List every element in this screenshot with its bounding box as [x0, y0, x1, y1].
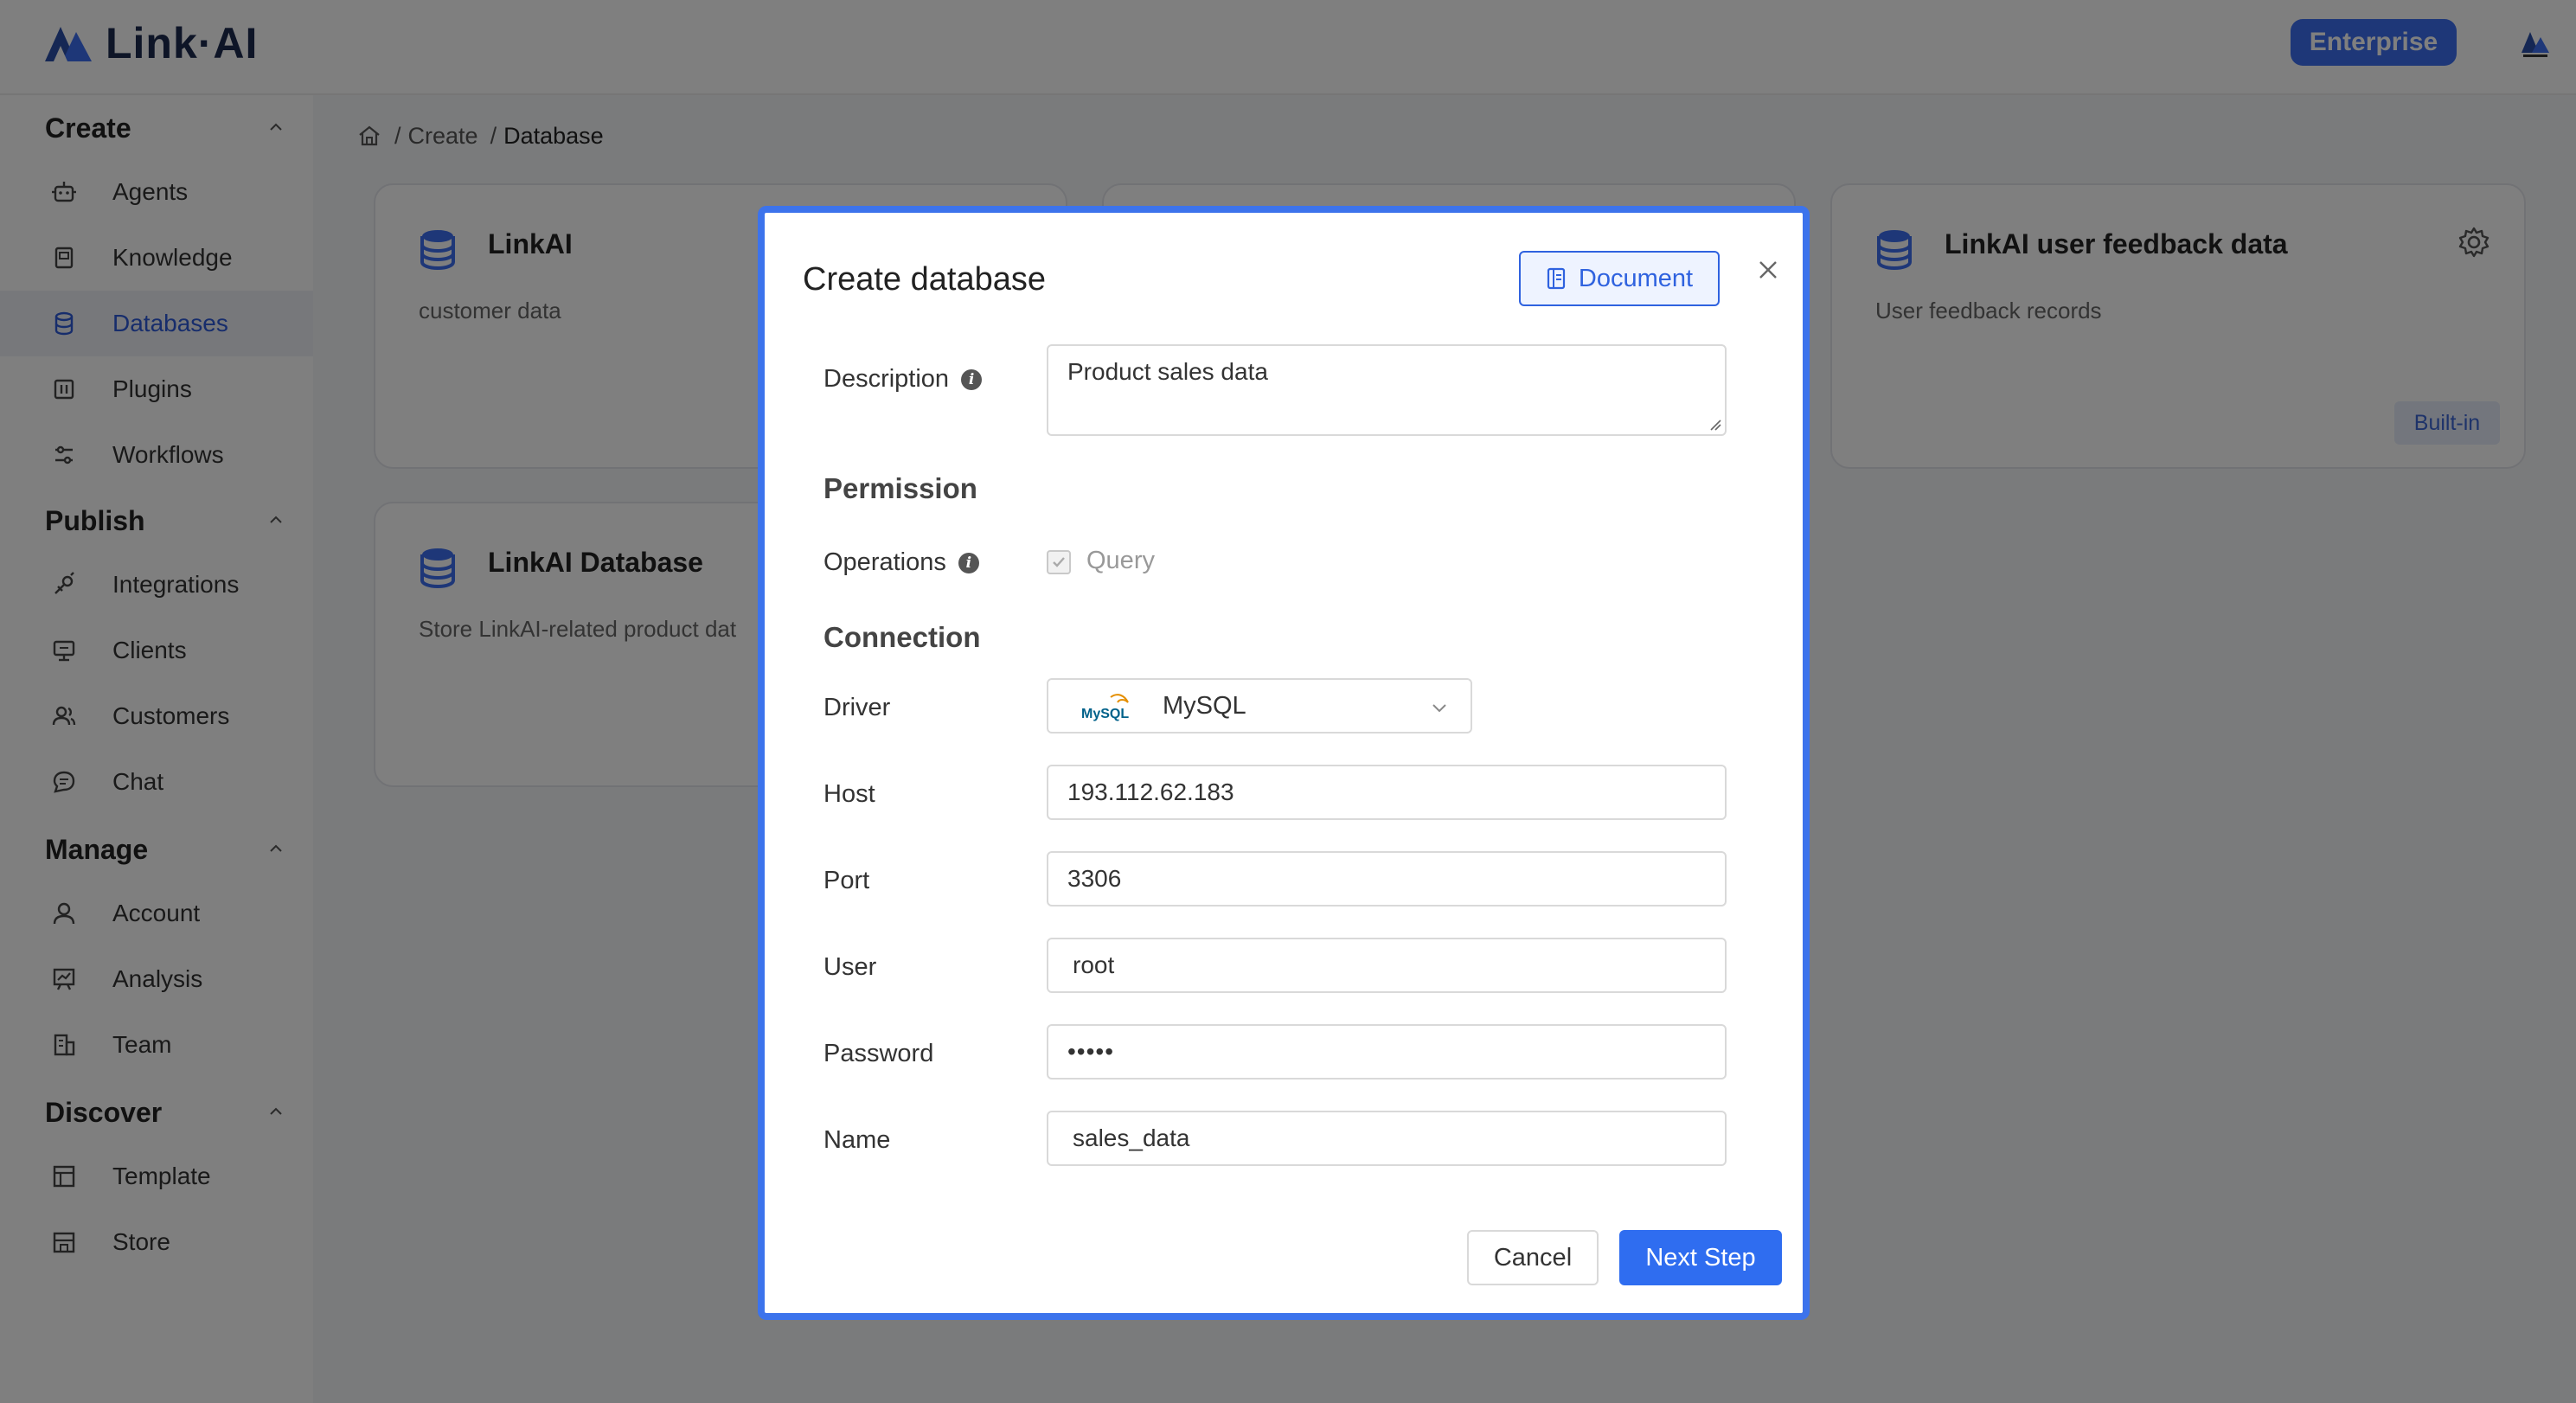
driver-select[interactable]: MySQL MySQL [1047, 678, 1472, 734]
checkmark-icon [1053, 557, 1065, 567]
description-field[interactable]: Product sales data [1047, 344, 1727, 436]
info-icon[interactable]: i [961, 368, 983, 390]
description-value: Product sales data [1067, 358, 1268, 385]
permission-section-title: Permission [823, 472, 977, 504]
password-label: Password [823, 1040, 934, 1067]
document-button-label: Document [1578, 264, 1694, 292]
driver-value: MySQL [1163, 692, 1246, 720]
modal-title: Create database [803, 261, 1046, 298]
document-icon [1547, 267, 1566, 290]
mysql-logo-icon: MySQL [1081, 694, 1129, 721]
svg-text:MySQL: MySQL [1081, 707, 1129, 721]
query-checkbox[interactable] [1047, 550, 1071, 574]
close-icon[interactable] [1756, 258, 1780, 282]
operations-label: Operations i [823, 548, 979, 577]
next-step-button[interactable]: Next Step [1619, 1230, 1782, 1285]
operations-label-text: Operations [823, 548, 946, 576]
resize-handle-icon[interactable] [1709, 419, 1721, 431]
host-label: Host [823, 780, 875, 808]
cancel-button[interactable]: Cancel [1467, 1230, 1599, 1285]
name-label: Name [823, 1126, 891, 1154]
document-button[interactable]: Document [1519, 251, 1720, 306]
description-label-text: Description [823, 365, 950, 393]
connection-section-title: Connection [823, 621, 981, 653]
query-label: Query [1086, 547, 1155, 574]
driver-label: Driver [823, 694, 891, 721]
create-database-modal: Create database Document Description i P… [758, 206, 1810, 1320]
port-label: Port [823, 867, 870, 894]
port-input[interactable]: 3306 [1047, 851, 1727, 907]
name-input[interactable]: sales_data [1047, 1111, 1727, 1166]
info-icon[interactable]: i [958, 552, 979, 573]
user-input[interactable]: root [1047, 938, 1727, 993]
chevron-down-icon [1432, 704, 1446, 713]
user-label: User [823, 953, 877, 981]
description-label: Description i [823, 365, 983, 394]
host-input[interactable]: 193.112.62.183 [1047, 765, 1727, 820]
password-input[interactable]: ••••• [1047, 1024, 1727, 1079]
